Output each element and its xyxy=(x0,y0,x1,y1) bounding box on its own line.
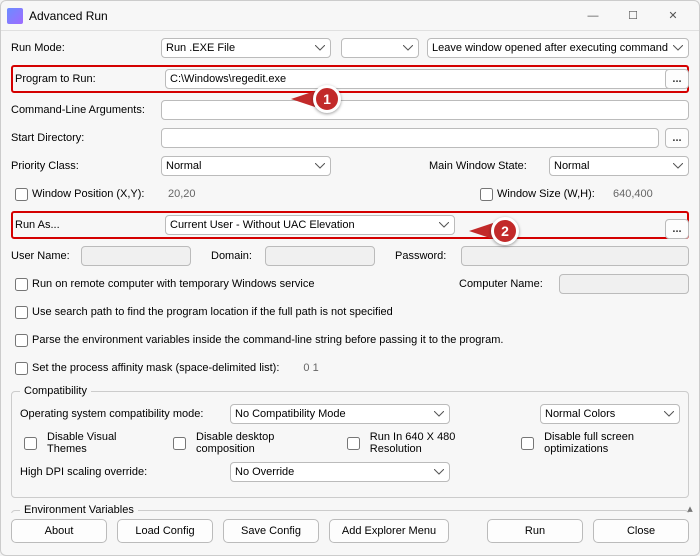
window-size-checkbox[interactable] xyxy=(480,188,493,201)
disable-fullscreen-checkbox[interactable] xyxy=(521,437,534,450)
disable-fullscreen-label: Disable full screen optimizations xyxy=(544,431,680,455)
window-title: Advanced Run xyxy=(29,9,108,23)
priority-select[interactable]: Normal xyxy=(161,156,331,176)
env-vars-group: Environment Variables Use current system… xyxy=(11,504,689,513)
secondary-mode-select[interactable] xyxy=(341,38,419,58)
user-name-label: User Name: xyxy=(11,250,81,262)
password-label: Password: xyxy=(395,250,461,262)
window-size-input[interactable] xyxy=(609,184,689,204)
scroll-up-icon[interactable]: ▴ xyxy=(683,501,697,513)
dpi-override-select[interactable]: No Override xyxy=(230,462,450,482)
search-path-checkbox[interactable] xyxy=(15,306,28,319)
run-button[interactable]: Run xyxy=(487,519,583,543)
program-input[interactable] xyxy=(165,69,685,89)
program-label: Program to Run: xyxy=(15,73,165,85)
disable-themes-label: Disable Visual Themes xyxy=(47,431,143,455)
window-pos-input[interactable] xyxy=(164,184,244,204)
computer-name-label: Computer Name: xyxy=(459,278,559,290)
main-window-state-label: Main Window State: xyxy=(429,160,549,172)
dialog-content: Run Mode: Run .EXE File Leave window ope… xyxy=(1,31,699,513)
start-dir-browse-button[interactable]: ... xyxy=(665,128,689,148)
dpi-override-label: High DPI scaling override: xyxy=(20,466,230,478)
run-as-more-button[interactable]: ... xyxy=(665,219,689,239)
about-button[interactable]: About xyxy=(11,519,107,543)
compat-colors-select[interactable]: Normal Colors xyxy=(540,404,680,424)
maximize-button[interactable]: ☐ xyxy=(613,2,653,30)
remote-label: Run on remote computer with temporary Wi… xyxy=(32,278,314,290)
compat-mode-select[interactable]: No Compatibility Mode xyxy=(230,404,450,424)
remote-checkbox[interactable] xyxy=(15,278,28,291)
run-as-label: Run As... xyxy=(15,219,165,231)
run-mode-label: Run Mode: xyxy=(11,42,161,54)
window-pos-checkbox[interactable] xyxy=(15,188,28,201)
main-window-state-select[interactable]: Normal xyxy=(549,156,689,176)
window-pos-label: Window Position (X,Y): xyxy=(32,188,164,200)
parse-env-checkbox[interactable] xyxy=(15,334,28,347)
program-browse-button[interactable]: ... xyxy=(665,69,689,89)
cmd-args-label: Command-Line Arguments: xyxy=(11,104,161,116)
close-window-button[interactable]: ✕ xyxy=(653,2,693,30)
disable-composition-checkbox[interactable] xyxy=(173,437,186,450)
compat-mode-label: Operating system compatibility mode: xyxy=(20,408,230,420)
compat-legend: Compatibility xyxy=(20,385,91,397)
disable-themes-checkbox[interactable] xyxy=(24,437,37,450)
affinity-checkbox[interactable] xyxy=(15,362,28,375)
domain-label: Domain: xyxy=(211,250,265,262)
start-dir-input[interactable] xyxy=(161,128,659,148)
app-icon xyxy=(7,8,23,24)
leave-window-select[interactable]: Leave window opened after executing comm… xyxy=(427,38,689,58)
password-input xyxy=(461,246,689,266)
close-button[interactable]: Close xyxy=(593,519,689,543)
env-legend: Environment Variables xyxy=(20,504,138,513)
user-name-input xyxy=(81,246,191,266)
computer-name-input xyxy=(559,274,689,294)
app-window: Advanced Run — ☐ ✕ Run Mode: Run .EXE Fi… xyxy=(0,0,700,556)
start-dir-label: Start Directory: xyxy=(11,132,161,144)
affinity-label: Set the process affinity mask (space-del… xyxy=(32,362,279,374)
titlebar: Advanced Run — ☐ ✕ xyxy=(1,1,699,31)
affinity-input[interactable] xyxy=(299,358,419,378)
minimize-button[interactable]: — xyxy=(573,2,613,30)
priority-label: Priority Class: xyxy=(11,160,161,172)
cmd-args-input[interactable] xyxy=(161,100,689,120)
add-explorer-menu-button[interactable]: Add Explorer Menu xyxy=(329,519,449,543)
footer: About Load Config Save Config Add Explor… xyxy=(1,513,699,555)
disable-composition-label: Disable desktop composition xyxy=(196,431,317,455)
run-640-label: Run In 640 X 480 Resolution xyxy=(370,431,491,455)
search-path-label: Use search path to find the program loca… xyxy=(32,306,393,318)
run-as-select[interactable]: Current User - Without UAC Elevation xyxy=(165,215,455,235)
parse-env-label: Parse the environment variables inside t… xyxy=(32,334,503,346)
run-640-checkbox[interactable] xyxy=(347,437,360,450)
window-size-label: Window Size (W,H): xyxy=(497,188,609,200)
compatibility-group: Compatibility Operating system compatibi… xyxy=(11,385,689,498)
load-config-button[interactable]: Load Config xyxy=(117,519,213,543)
save-config-button[interactable]: Save Config xyxy=(223,519,319,543)
run-mode-select[interactable]: Run .EXE File xyxy=(161,38,331,58)
domain-input xyxy=(265,246,375,266)
